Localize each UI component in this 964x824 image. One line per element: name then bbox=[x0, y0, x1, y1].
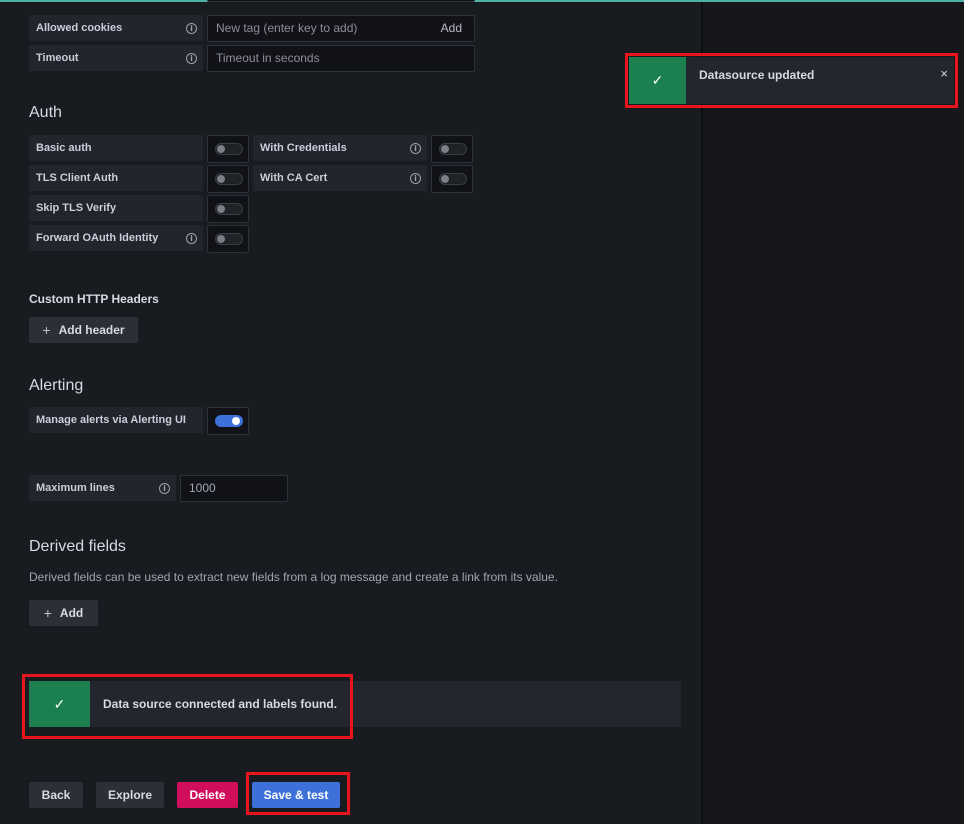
info-icon[interactable]: i bbox=[410, 172, 421, 184]
explore-button[interactable]: Explore bbox=[96, 782, 164, 808]
forward-oauth-toggle[interactable] bbox=[207, 225, 249, 253]
info-icon[interactable]: i bbox=[186, 232, 197, 244]
skip-tls-verify-label: Skip TLS Verify bbox=[29, 195, 203, 221]
tls-client-auth-label: TLS Client Auth bbox=[29, 165, 203, 191]
maximum-lines-input[interactable]: 1000 bbox=[180, 475, 288, 502]
basic-auth-toggle[interactable] bbox=[207, 135, 249, 163]
check-icon: ✓ bbox=[29, 681, 90, 727]
allowed-cookies-label: Allowed cookies i bbox=[29, 15, 203, 41]
forward-oauth-label: Forward OAuth Identity i bbox=[29, 225, 203, 251]
tls-client-auth-toggle[interactable] bbox=[207, 165, 249, 193]
derived-fields-description: Derived fields can be used to extract ne… bbox=[29, 570, 558, 584]
with-credentials-label: With Credentials i bbox=[253, 135, 427, 161]
info-icon[interactable]: i bbox=[186, 52, 197, 64]
allowed-cookies-input[interactable]: New tag (enter key to add) Add bbox=[207, 15, 475, 42]
timeout-input[interactable]: Timeout in seconds bbox=[207, 45, 475, 72]
info-icon[interactable]: i bbox=[186, 22, 197, 34]
check-icon: ✓ bbox=[629, 57, 686, 104]
delete-button[interactable]: Delete bbox=[177, 782, 238, 808]
basic-auth-label: Basic auth bbox=[29, 135, 203, 161]
custom-headers-title: Custom HTTP Headers bbox=[29, 292, 159, 306]
plus-icon: + bbox=[42, 322, 51, 338]
close-icon[interactable]: × bbox=[940, 66, 948, 81]
right-pane bbox=[703, 2, 964, 824]
allowed-cookies-add-button[interactable]: Add bbox=[441, 16, 462, 41]
add-derived-field-button[interactable]: + Add bbox=[29, 600, 98, 626]
timeout-label: Timeout i bbox=[29, 45, 203, 71]
with-credentials-toggle[interactable] bbox=[431, 135, 473, 163]
add-header-button[interactable]: + Add header bbox=[29, 317, 138, 343]
plus-icon: + bbox=[43, 605, 52, 621]
manage-alerts-toggle[interactable] bbox=[207, 407, 249, 435]
alerting-section-title: Alerting bbox=[29, 377, 84, 394]
info-icon[interactable]: i bbox=[159, 482, 170, 494]
auth-section-title: Auth bbox=[29, 104, 62, 121]
save-test-button[interactable]: Save & test bbox=[252, 782, 340, 808]
skip-tls-verify-toggle[interactable] bbox=[207, 195, 249, 223]
with-ca-cert-toggle[interactable] bbox=[431, 165, 473, 193]
maximum-lines-label: Maximum lines i bbox=[29, 475, 176, 501]
info-icon[interactable]: i bbox=[410, 142, 421, 154]
toast-message: Datasource updated bbox=[699, 68, 815, 82]
datasource-updated-toast: ✓ Datasource updated × bbox=[629, 57, 954, 104]
back-button[interactable]: Back bbox=[29, 782, 83, 808]
with-ca-cert-label: With CA Cert i bbox=[253, 165, 427, 191]
derived-fields-title: Derived fields bbox=[29, 538, 126, 555]
test-result-message: Data source connected and labels found. bbox=[103, 697, 338, 711]
manage-alerts-label: Manage alerts via Alerting UI bbox=[29, 407, 203, 433]
test-result-alert: ✓ Data source connected and labels found… bbox=[29, 681, 681, 727]
partial-input-top[interactable] bbox=[207, 0, 475, 2]
